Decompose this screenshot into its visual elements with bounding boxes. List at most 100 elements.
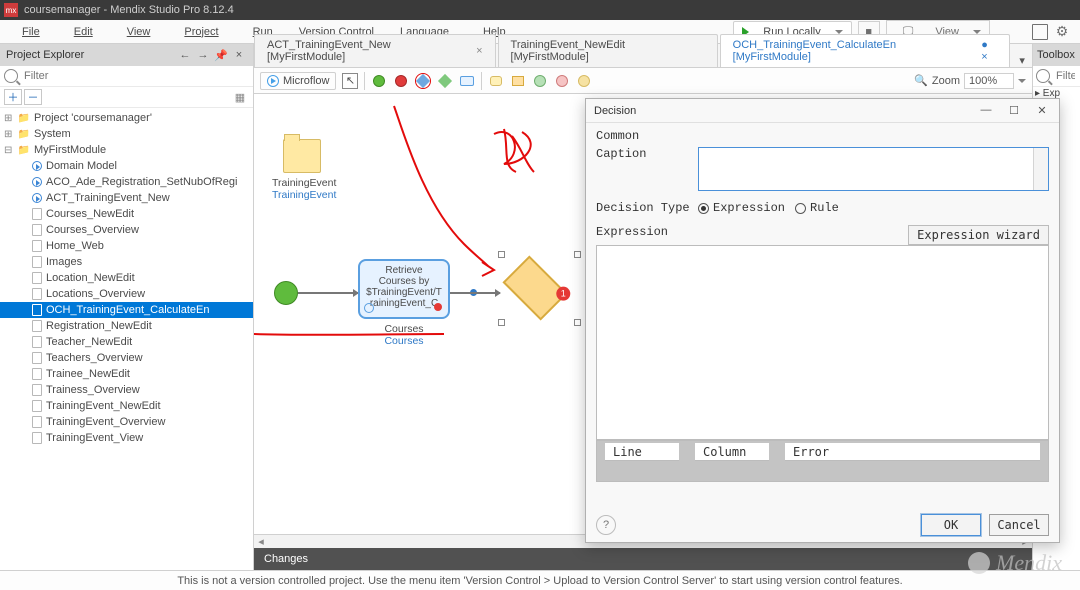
toolbox-filter-input[interactable]: [1054, 69, 1077, 83]
resize-handle[interactable]: [574, 251, 581, 258]
chevron-down-icon[interactable]: [1018, 79, 1026, 83]
start-shape-icon[interactable]: [371, 73, 387, 89]
tree-item[interactable]: Home_Web: [0, 238, 253, 254]
param-shape-icon[interactable]: [510, 73, 526, 89]
tab-active[interactable]: OCH_TrainingEvent_CalculateEn [MyFirstMo…: [720, 34, 1011, 67]
flow-arrow: [298, 292, 358, 294]
section-common: Common: [596, 129, 1049, 143]
close-icon[interactable]: ×: [231, 47, 247, 63]
tree-item[interactable]: TrainingEvent_NewEdit: [0, 398, 253, 414]
col-error[interactable]: Error: [785, 443, 1040, 461]
select-tool-icon[interactable]: ↖: [342, 73, 358, 89]
nav-fwd-icon[interactable]: →: [195, 47, 211, 63]
ok-button[interactable]: OK: [921, 514, 981, 536]
expression-editor[interactable]: [596, 245, 1049, 440]
store-icon[interactable]: [1032, 24, 1048, 40]
tree-item[interactable]: Trainess_Overview: [0, 382, 253, 398]
filter-input[interactable]: [22, 69, 249, 83]
scroll-left-icon[interactable]: ◂: [254, 535, 268, 548]
toolbox-title: Toolbox: [1037, 49, 1075, 61]
loop-shape-icon[interactable]: [488, 73, 504, 89]
tree-module[interactable]: ⊟📁MyFirstModule: [0, 142, 253, 158]
tree-item[interactable]: ACO_Ade_Registration_SetNubOfRegi: [0, 174, 253, 190]
shape-icon[interactable]: [554, 73, 570, 89]
retrieve-activity[interactable]: Retrieve Courses by $TrainingEvent/T rai…: [358, 259, 450, 319]
gear-icon[interactable]: [1054, 24, 1070, 40]
error-dot-icon: [434, 303, 442, 311]
chevron-down-icon[interactable]: [973, 30, 981, 34]
help-button[interactable]: ?: [596, 515, 616, 535]
decision-node[interactable]: 1: [502, 255, 567, 320]
param-type-link[interactable]: TrainingEvent: [272, 189, 332, 201]
tree-item[interactable]: TrainingEvent_Overview: [0, 414, 253, 430]
error-table: Line Column Error: [596, 440, 1049, 482]
tree-item[interactable]: Registration_NewEdit: [0, 318, 253, 334]
collapse-all-icon[interactable]: －: [24, 89, 42, 105]
activity-shape-icon[interactable]: [459, 73, 475, 89]
tree-project[interactable]: ⊞📁Project 'coursemanager': [0, 110, 253, 126]
expand-all-icon[interactable]: ＋: [4, 89, 22, 105]
tree-item[interactable]: Teachers_Overview: [0, 350, 253, 366]
minimize-icon[interactable]: —: [977, 104, 995, 117]
expression-wizard-button[interactable]: Expression wizard: [908, 225, 1049, 245]
tab[interactable]: ACT_TrainingEvent_New [MyFirstModule]×: [254, 34, 496, 67]
tree-options-icon[interactable]: ▦: [231, 89, 249, 105]
changes-panel-header[interactable]: Changes: [254, 548, 1032, 570]
close-icon[interactable]: ✕: [1033, 104, 1051, 117]
tree-item[interactable]: Location_NewEdit: [0, 270, 253, 286]
col-column[interactable]: Column: [695, 443, 769, 461]
tree-item[interactable]: ACT_TrainingEvent_New: [0, 190, 253, 206]
menu-edit[interactable]: Edit: [58, 24, 109, 40]
changes-title: Changes: [264, 553, 308, 565]
parameter-entity[interactable]: TrainingEvent TrainingEvent: [272, 139, 332, 201]
refresh-icon: [364, 303, 374, 313]
start-node[interactable]: [274, 281, 298, 305]
decision-shape-icon[interactable]: [415, 73, 431, 89]
tree-item[interactable]: Teacher_NewEdit: [0, 334, 253, 350]
merge-shape-icon[interactable]: [437, 73, 453, 89]
project-tree[interactable]: ⊞📁Project 'coursemanager' ⊞📁System ⊟📁MyF…: [0, 108, 253, 570]
activity-output-link[interactable]: Courses: [358, 335, 450, 347]
caption-input[interactable]: [698, 147, 1049, 191]
zoom-value[interactable]: 100%: [964, 73, 1014, 89]
tab[interactable]: TrainingEvent_NewEdit [MyFirstModule]: [498, 34, 718, 67]
menu-file[interactable]: File: [6, 24, 56, 40]
menu-project[interactable]: Project: [168, 24, 234, 40]
close-icon[interactable]: ×: [476, 45, 482, 57]
maximize-icon[interactable]: ☐: [1005, 104, 1023, 117]
shape-icon[interactable]: [532, 73, 548, 89]
editor-tabs: ACT_TrainingEvent_New [MyFirstModule]× T…: [254, 44, 1032, 68]
cancel-button[interactable]: Cancel: [989, 514, 1049, 536]
menu-view[interactable]: View: [111, 24, 167, 40]
tree-item[interactable]: TrainingEvent_View: [0, 430, 253, 446]
end-shape-icon[interactable]: [393, 73, 409, 89]
dialog-title: Decision: [594, 105, 636, 117]
dialog-titlebar[interactable]: Decision — ☐ ✕: [586, 99, 1059, 123]
radio-expression[interactable]: Expression: [698, 201, 785, 215]
resize-handle[interactable]: [574, 319, 581, 326]
project-explorer-filter: [0, 66, 253, 87]
col-line[interactable]: Line: [605, 443, 679, 461]
resize-handle[interactable]: [498, 319, 505, 326]
pin-icon[interactable]: 📌: [213, 47, 229, 63]
tree-item[interactable]: Courses_NewEdit: [0, 206, 253, 222]
nav-back-icon[interactable]: ←: [177, 47, 193, 63]
tree-item[interactable]: Locations_Overview: [0, 286, 253, 302]
chevron-down-icon[interactable]: [835, 30, 843, 34]
tabs-overflow-icon[interactable]: ▾: [1012, 54, 1032, 67]
resize-handle[interactable]: [498, 251, 505, 258]
shape-icon[interactable]: [576, 73, 592, 89]
radio-rule[interactable]: Rule: [795, 201, 839, 215]
caption-label: Caption: [596, 147, 698, 161]
warning-icon: 1: [556, 287, 570, 301]
tree-item[interactable]: Domain Model: [0, 158, 253, 174]
tree-item[interactable]: Courses_Overview: [0, 222, 253, 238]
tree-item[interactable]: Trainee_NewEdit: [0, 366, 253, 382]
decision-dialog: Decision — ☐ ✕ Common Caption Decision T…: [585, 98, 1060, 543]
project-explorer-header: Project Explorer ← → 📌 ×: [0, 44, 253, 66]
tree-item-selected[interactable]: OCH_TrainingEvent_CalculateEn: [0, 302, 253, 318]
zoom-icon[interactable]: 🔍: [914, 74, 928, 87]
microflow-indicator[interactable]: Microflow: [260, 72, 336, 90]
tree-item[interactable]: Images: [0, 254, 253, 270]
tree-system[interactable]: ⊞📁System: [0, 126, 253, 142]
